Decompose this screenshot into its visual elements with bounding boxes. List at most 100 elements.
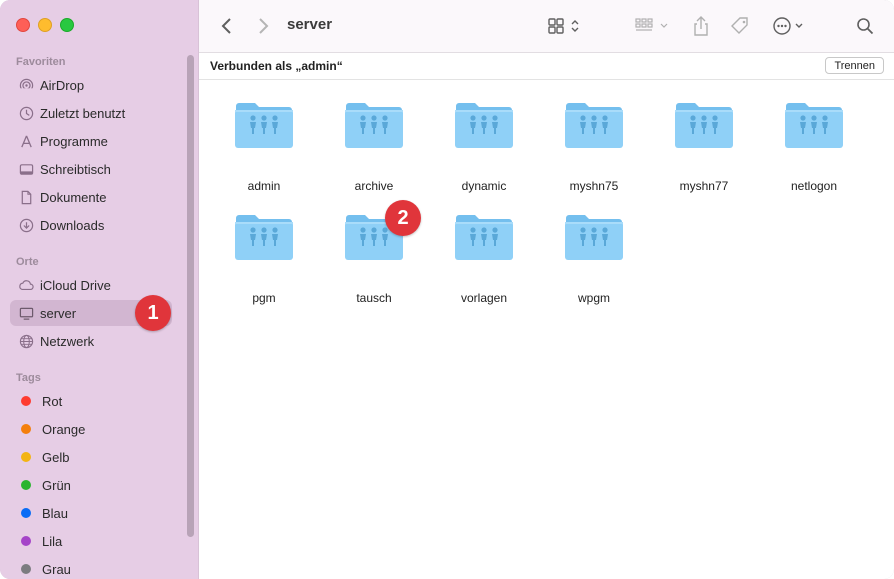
shared-folder-icon [565,215,623,260]
tag-color-dot [21,424,31,434]
sidebar-tag-red[interactable]: Rot [10,388,172,414]
folder-name: myshn77 [679,179,729,193]
sidebar-item-airdrop[interactable]: AirDrop [10,72,172,98]
zoom-button[interactable] [60,18,74,32]
annotation-badge-1: 1 [135,295,171,331]
sidebar-item-documents[interactable]: Dokumente [10,184,172,210]
window-title: server [287,16,333,33]
document-icon [18,189,34,205]
sidebar-item-desktop[interactable]: Schreibtisch [10,156,172,182]
sidebar-item-label: Programme [40,133,108,149]
folder-item[interactable]: myshn75 [549,100,639,200]
connection-bar: Verbunden als „admin“ Trennen [199,53,894,80]
tag-color-dot [21,564,31,574]
desktop-icon [18,161,34,177]
folder-item[interactable]: wpgm [549,212,639,312]
minimize-button[interactable] [38,18,52,32]
folder-name: wpgm [577,291,610,305]
globe-icon [18,333,34,349]
tag-color-dot [21,536,31,546]
more-actions-button[interactable] [771,15,811,37]
sidebar-item-label: Downloads [40,217,105,233]
sidebar-item-label: Rot [42,393,63,409]
sidebar-scrollbar[interactable] [187,55,194,537]
folder-name: admin [247,179,281,193]
shared-folder-icon [455,215,513,260]
sidebar-item-label: Dokumente [40,189,107,205]
back-button[interactable] [217,15,237,37]
folder-item[interactable]: netlogon [769,100,859,200]
chevron-right-icon [259,18,269,34]
sidebar-item-applications[interactable]: Programme [10,128,172,154]
group-button[interactable] [633,16,673,36]
shared-folder-icon [345,103,403,148]
section-tags: Tags [16,372,41,384]
sidebar-item-label: Gelb [42,449,70,465]
sidebar-item-network[interactable]: Netzwerk [10,328,172,354]
folder-name: pgm [252,291,276,305]
tag-color-dot [21,396,31,406]
shared-folder-icon [565,103,623,148]
toolbar: server [199,0,894,53]
share-icon [694,16,708,36]
sidebar-item-label: Orange [42,421,86,437]
sidebar-item-recent[interactable]: Zuletzt benutzt [10,100,172,126]
folder-item[interactable]: dynamic [439,100,529,200]
apps-icon [18,133,34,149]
sidebar-item-label: iCloud Drive [40,277,111,293]
close-button[interactable] [16,18,30,32]
sidebar-item-downloads[interactable]: Downloads [10,212,172,238]
window-controls [16,18,74,32]
grid-view-icon [548,18,579,34]
folder-name: tausch [356,291,392,305]
shared-folder-icon [785,103,843,148]
folder-item[interactable]: vorlagen [439,212,529,312]
shared-folder-icon [235,215,293,260]
sidebar-tag-yellow[interactable]: Gelb [10,444,172,470]
forward-button[interactable] [253,15,273,37]
sidebar-tag-purple[interactable]: Lila [10,528,172,554]
sidebar-tag-orange[interactable]: Orange [10,416,172,442]
sidebar-tag-blue[interactable]: Blau [10,500,172,526]
sidebar-item-label: Lila [42,533,63,549]
airdrop-icon [18,77,34,93]
shared-folder-icon [235,103,293,148]
sidebar-tag-gray[interactable]: Grau [10,556,172,579]
folder-item[interactable]: myshn77 [659,100,749,200]
shared-folder-icon [675,103,733,148]
sidebar-item-label: Grau [42,561,71,577]
ellipsis-circle-icon [773,17,803,35]
folder-name: archive [354,179,394,193]
view-mode-button[interactable] [545,16,585,36]
tag-color-dot [21,452,31,462]
sidebar-item-label: Blau [42,505,69,521]
section-favorites: Favoriten [16,56,66,68]
clock-icon [18,105,34,121]
sidebar-item-label: Zuletzt benutzt [40,105,126,121]
tag-color-dot [21,508,31,518]
sidebar-tag-green[interactable]: Grün [10,472,172,498]
finder-window: Favoriten AirDrop Zuletzt benutzt Progra… [0,0,894,579]
sidebar-item-label: server [40,305,77,321]
annotation-badge-2: 2 [385,200,421,236]
shared-folder-icon [455,103,513,148]
sidebar: Favoriten AirDrop Zuletzt benutzt Progra… [0,0,199,579]
sidebar-item-label: Grün [42,477,71,493]
search-button[interactable] [854,15,876,37]
folder-name: netlogon [790,179,838,193]
group-icon [635,18,668,31]
sidebar-item-icloud[interactable]: iCloud Drive [10,272,172,298]
tag-button[interactable] [727,14,753,38]
folder-name: vorlagen [460,291,508,305]
tag-icon [731,17,748,34]
share-button[interactable] [689,13,713,39]
folder-item[interactable]: admin [219,100,309,200]
search-icon [857,18,874,35]
folder-item[interactable]: pgm [219,212,309,312]
section-places: Orte [16,256,39,268]
connection-status: Verbunden als „admin“ [210,59,343,73]
folder-item[interactable]: archive [329,100,419,200]
tag-color-dot [21,480,31,490]
sidebar-item-label: Netzwerk [40,333,95,349]
disconnect-button[interactable]: Trennen [825,57,884,74]
